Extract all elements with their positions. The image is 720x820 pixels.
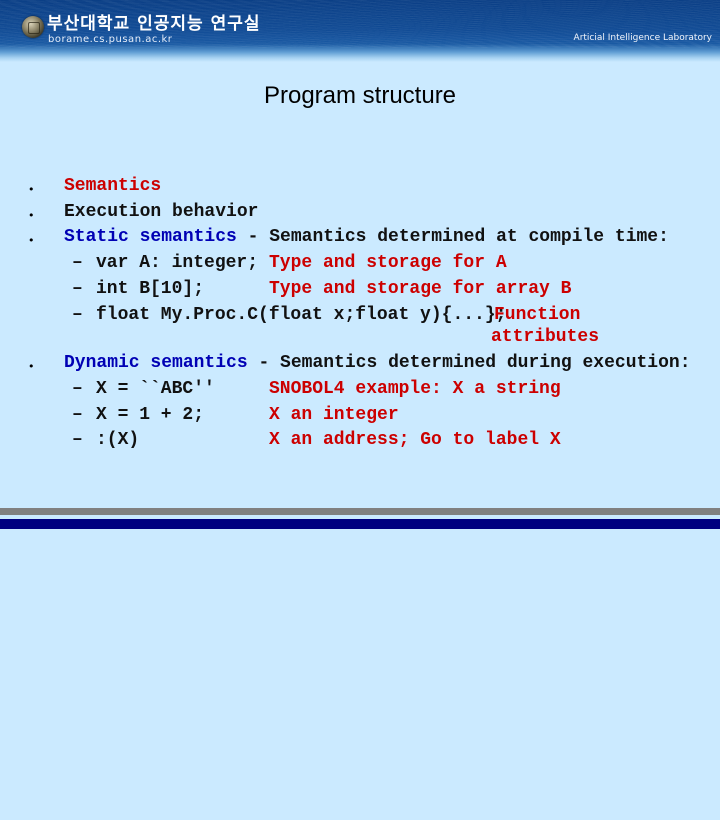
term-static-semantics: Static semantics bbox=[64, 227, 237, 247]
dash-icon: – bbox=[72, 279, 83, 299]
static-example-note: Function bbox=[494, 305, 581, 325]
bullet-icon: • bbox=[28, 234, 35, 247]
dash-icon: – bbox=[72, 253, 83, 273]
static-example-code: float My.Proc.C(float x;float y){...}; bbox=[96, 305, 507, 325]
bullet-dynamic-semantics: Dynamic semantics - Semantics determined… bbox=[64, 353, 691, 373]
dynamic-example-note: X an address; Go to label X bbox=[269, 430, 561, 450]
dash-icon: – bbox=[72, 405, 83, 425]
bullet-execution-behavior: Execution behavior bbox=[64, 202, 259, 222]
static-example-note: Type and storage for A bbox=[269, 253, 507, 273]
dash-icon: – bbox=[72, 305, 83, 325]
bullet-icon: • bbox=[28, 183, 35, 196]
definition-static-semantics: - Semantics determined at compile time: bbox=[236, 227, 669, 247]
dynamic-example-code: X = ``ABC'' bbox=[96, 379, 215, 399]
static-example-code: int B[10]; bbox=[96, 279, 205, 299]
slide-body: • Semantics • Execution behavior • Stati… bbox=[0, 0, 720, 820]
static-example-code: var A: integer; bbox=[96, 253, 259, 273]
dynamic-example-note: SNOBOL4 example: X a string bbox=[269, 379, 561, 399]
footer-divider-navy bbox=[0, 519, 720, 529]
dynamic-example-note: X an integer bbox=[269, 405, 399, 425]
dash-icon: – bbox=[72, 430, 83, 450]
dash-icon: – bbox=[72, 379, 83, 399]
footer-divider-gray bbox=[0, 508, 720, 515]
bullet-static-semantics: Static semantics - Semantics determined … bbox=[64, 227, 669, 247]
dynamic-example-code: X = 1 + 2; bbox=[96, 405, 205, 425]
term-dynamic-semantics: Dynamic semantics bbox=[64, 353, 248, 373]
dynamic-example-code: :(X) bbox=[96, 430, 140, 450]
static-example-note-continued: attributes bbox=[491, 327, 600, 347]
static-example-note: Type and storage for array B bbox=[269, 279, 572, 299]
definition-dynamic-semantics: - Semantics determined during execution: bbox=[247, 353, 691, 373]
bullet-icon: • bbox=[28, 360, 35, 373]
bullet-semantics: Semantics bbox=[64, 176, 162, 196]
bullet-icon: • bbox=[28, 209, 35, 222]
